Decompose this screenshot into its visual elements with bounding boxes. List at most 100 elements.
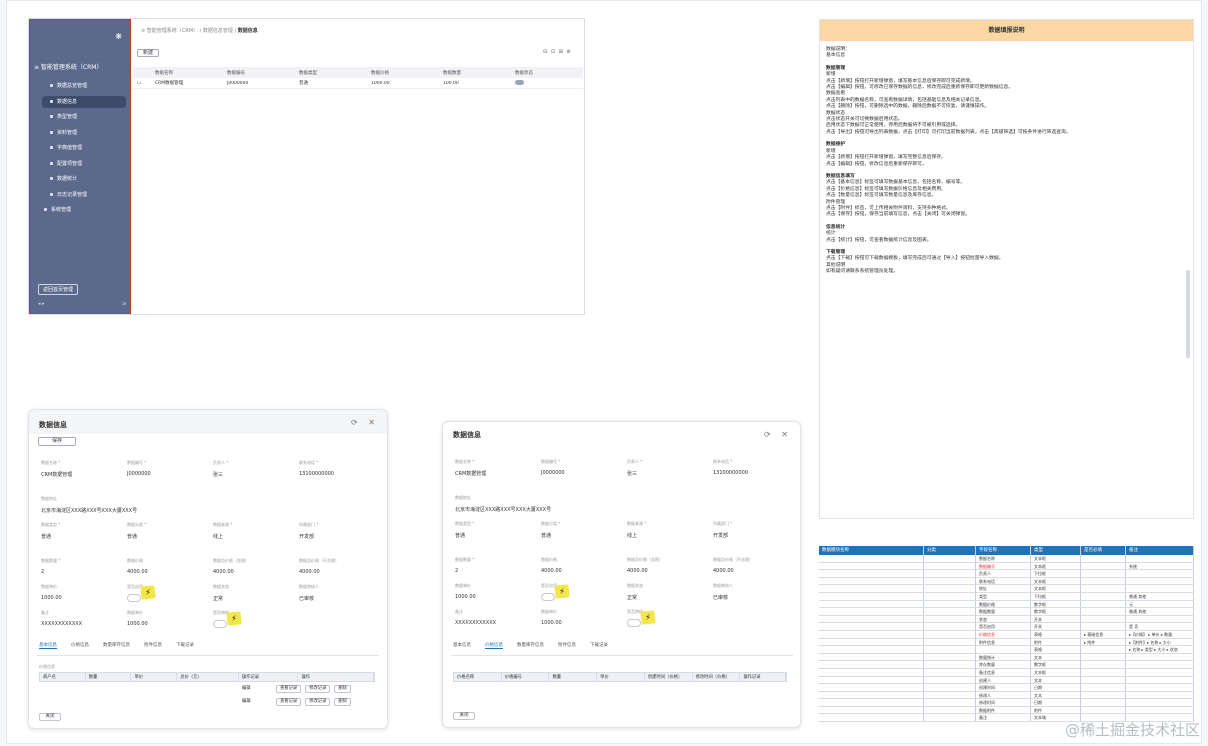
- field-value[interactable]: 普通: [541, 532, 619, 539]
- field-value[interactable]: XXXXXXXXXXXX: [455, 620, 533, 626]
- form-field[interactable]: 数据总价格（含税） 4000.00: [627, 557, 705, 574]
- sidebar-item[interactable]: 数据总览管理: [42, 80, 126, 92]
- tab-2[interactable]: 数量库存信息: [103, 642, 130, 649]
- sidebar-item[interactable]: 资料管理: [42, 127, 126, 139]
- tab-4[interactable]: 下载记录: [176, 642, 194, 649]
- form-field[interactable]: 数据单价 1000.00: [127, 610, 205, 627]
- sidebar-item[interactable]: 数据统计: [42, 173, 126, 185]
- sidebar-item[interactable]: 类型管理: [42, 111, 126, 123]
- field-value[interactable]: 张三: [213, 471, 291, 478]
- field-value[interactable]: 张三: [627, 470, 705, 477]
- form-field[interactable]: 数据状态 正常: [627, 583, 705, 601]
- field-value[interactable]: 线上: [627, 532, 705, 539]
- expand-icon[interactable]: ⇲: [122, 301, 126, 307]
- form-field[interactable]: 数据名称 * CRM数据管理: [41, 460, 119, 478]
- form-field[interactable]: 数据总价格（含税） 4000.00: [213, 558, 291, 575]
- form-field[interactable]: 联系电话 * 13100000000: [713, 459, 791, 476]
- form-field[interactable]: 是否启用 ⚡: [541, 583, 619, 603]
- scrollbar[interactable]: [1186, 270, 1190, 358]
- form-field[interactable]: 数据数量 * 2: [455, 557, 533, 574]
- field-value[interactable]: 普通: [127, 533, 205, 540]
- field-value[interactable]: 4000.00: [127, 569, 205, 575]
- form-field[interactable]: 是否启用 ⚡: [127, 584, 205, 604]
- field-value[interactable]: 已审核: [299, 595, 377, 602]
- form-field[interactable]: 所属部门 * 开发部: [299, 522, 377, 540]
- form-field[interactable]: 数据类型 * 普通: [41, 522, 119, 540]
- action-button[interactable]: 修改记录: [305, 685, 331, 693]
- field-value[interactable]: 北京市海淀区XXX路XXX号XXX大厦XXX号: [455, 506, 705, 513]
- action-button[interactable]: 查看记录: [276, 685, 302, 693]
- form-field[interactable]: 数据单价 1000.00: [455, 583, 533, 600]
- field-value[interactable]: 4000.00: [299, 569, 377, 575]
- field-value[interactable]: 普通: [455, 532, 533, 539]
- form-field[interactable]: 数据分类 * 普通: [127, 522, 205, 540]
- field-value[interactable]: CRM数据管理: [41, 471, 119, 478]
- sidebar-item[interactable]: 系统管理: [36, 204, 120, 216]
- sidebar-item[interactable]: 日志记录管理: [42, 189, 126, 201]
- edit-link[interactable]: 编辑: [239, 682, 273, 695]
- collapse-icon[interactable]: ◂ ▸: [38, 301, 45, 307]
- tab-0[interactable]: 基本信息: [39, 642, 57, 649]
- action-button[interactable]: 修改记录: [305, 698, 331, 706]
- add-button[interactable]: 新建: [137, 49, 159, 57]
- field-value[interactable]: 已审核: [713, 594, 791, 601]
- field-value[interactable]: J0000000: [127, 471, 205, 477]
- field-value[interactable]: 1000.00: [541, 620, 619, 626]
- form-field[interactable]: 数据状态 正常: [213, 584, 291, 602]
- form-field[interactable]: 数据类型 * 普通: [455, 521, 533, 539]
- form-field[interactable]: 负责人 * 张三: [627, 459, 705, 477]
- field-value[interactable]: 4000.00: [541, 568, 619, 574]
- close-button[interactable]: 关闭: [453, 712, 475, 720]
- row-checkbox[interactable]: ☐: [133, 81, 151, 86]
- form-field[interactable]: 负责人 * 张三: [213, 460, 291, 478]
- sidebar-item[interactable]: 字典值管理: [42, 142, 126, 154]
- form-field[interactable]: 备注 XXXXXXXXXXXX: [455, 609, 533, 626]
- form-field[interactable]: 是否审核 ⚡: [213, 610, 291, 630]
- toggle-switch[interactable]: [127, 594, 141, 602]
- form-field[interactable]: 数据编号 * J0000000: [127, 460, 205, 477]
- toggle-switch[interactable]: [627, 619, 641, 627]
- tab-2[interactable]: 数量库存信息: [517, 642, 544, 649]
- field-value[interactable]: 开发部: [713, 532, 791, 539]
- field-value[interactable]: 正常: [213, 595, 291, 602]
- action-button[interactable]: 删除: [334, 685, 351, 693]
- field-value[interactable]: 1000.00: [41, 595, 119, 601]
- field-value[interactable]: 1000.00: [127, 621, 205, 627]
- field-value[interactable]: 13100000000: [299, 471, 377, 477]
- form-field[interactable]: 数据分类 * 普通: [541, 521, 619, 539]
- form-field[interactable]: 数据数量 * 2: [41, 558, 119, 575]
- form-field[interactable]: 数据来源 * 线上: [627, 521, 705, 539]
- form-field[interactable]: 数据来源 * 线上: [213, 522, 291, 540]
- close-button[interactable]: 关闭: [39, 713, 61, 721]
- tab-0[interactable]: 基本信息: [453, 642, 471, 649]
- return-home-button[interactable]: 返回首页管理: [38, 284, 79, 295]
- form-field[interactable]: 数据审核人 已审核: [299, 584, 377, 602]
- field-value[interactable]: 13100000000: [713, 470, 791, 476]
- toolbar-icons[interactable]: ⊟ ⊡ ⊞ ⚙: [543, 49, 572, 55]
- tab-4[interactable]: 下载记录: [590, 642, 608, 649]
- field-value[interactable]: 正常: [627, 594, 705, 601]
- field-value[interactable]: XXXXXXXXXXXX: [41, 621, 119, 627]
- save-button[interactable]: 保存: [38, 437, 76, 446]
- form-field[interactable]: 数据审核人 已审核: [713, 583, 791, 601]
- toggle-switch[interactable]: [541, 593, 555, 601]
- form-field[interactable]: 数据总价格（不含税） 4000.00: [299, 558, 377, 575]
- field-value[interactable]: 4000.00: [713, 568, 791, 574]
- sidebar-item[interactable]: 数据信息: [42, 95, 126, 108]
- form-field[interactable]: 备注 XXXXXXXXXXXX: [41, 610, 119, 627]
- status-toggle[interactable]: [515, 79, 524, 85]
- field-value[interactable]: 开发部: [299, 533, 377, 540]
- action-button[interactable]: 查看记录: [276, 698, 302, 706]
- field-value[interactable]: 北京市海淀区XXX路XXX号XXX大厦XXX号: [41, 507, 291, 514]
- form-field[interactable]: 数据单价 1000.00: [41, 584, 119, 601]
- field-value[interactable]: 1000.00: [455, 594, 533, 600]
- refresh-close-icons[interactable]: ⟳ ✕: [351, 418, 379, 427]
- field-value[interactable]: J0000000: [541, 470, 619, 476]
- action-button[interactable]: 删除: [334, 698, 351, 706]
- form-field[interactable]: 数据价格 4000.00: [541, 557, 619, 574]
- form-field[interactable]: 数据总价格（不含税） 4000.00: [713, 557, 791, 574]
- field-value[interactable]: 2: [41, 569, 119, 575]
- tab-3[interactable]: 附件信息: [558, 642, 576, 649]
- form-field[interactable]: 是否审核 ⚡: [627, 609, 705, 629]
- form-field[interactable]: 数据价格 4000.00: [127, 558, 205, 575]
